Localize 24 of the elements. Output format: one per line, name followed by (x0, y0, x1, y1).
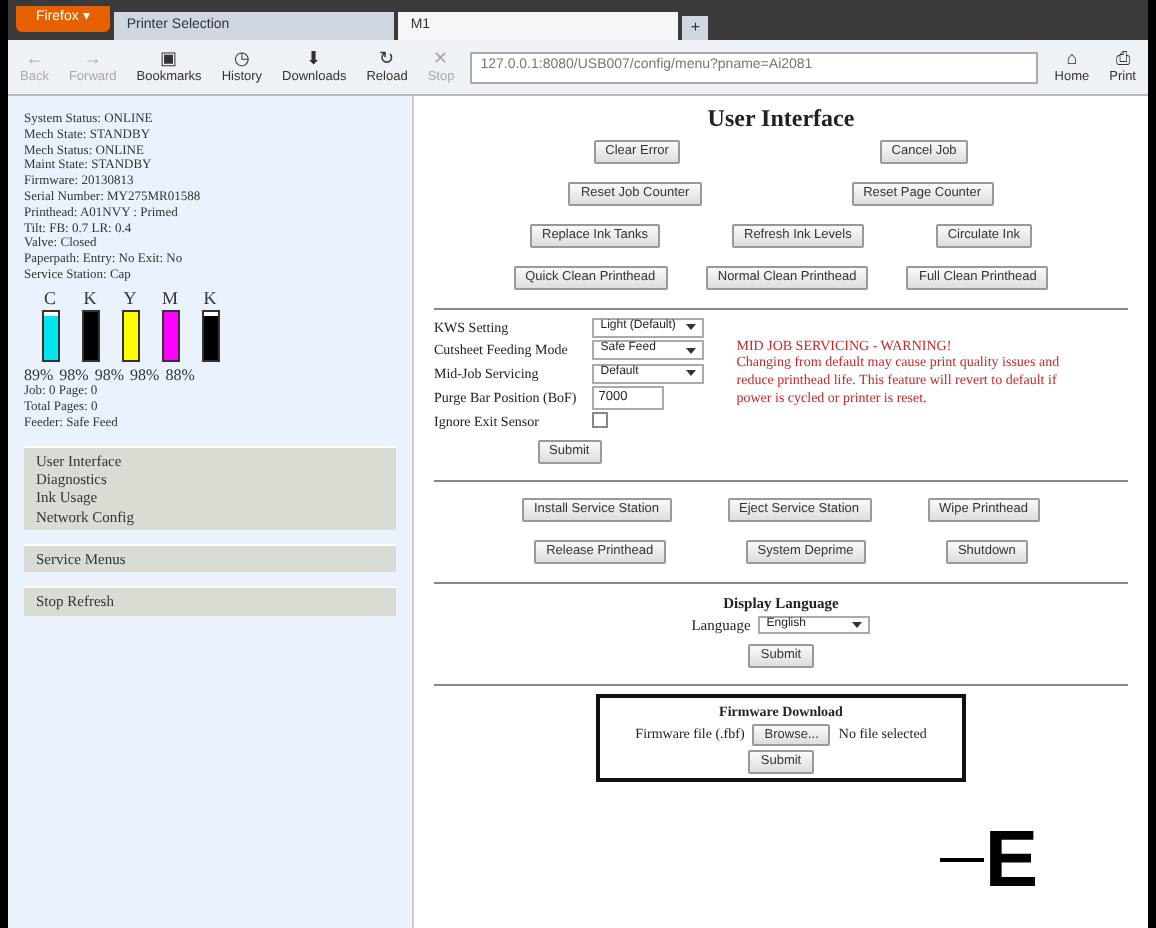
ink-letter: Y (123, 287, 137, 310)
checkbox[interactable] (592, 411, 609, 428)
caret-icon (686, 370, 697, 377)
ink-letter: M (161, 287, 178, 310)
ink-gauge (81, 309, 99, 362)
ink-gauge (161, 309, 179, 362)
ink-gauge (201, 309, 219, 362)
callout-letter: E (984, 820, 1038, 900)
ink-letter: C (43, 287, 56, 310)
ink-letter: K (83, 287, 97, 310)
ink-percent: 89% (24, 365, 54, 385)
caret-icon (686, 324, 697, 331)
page-title: User Interface (705, 104, 857, 133)
new-tab-button[interactable]: + (682, 16, 709, 40)
caret-icon (686, 347, 697, 354)
ink-gauge (121, 309, 139, 362)
ink-percent: 98% (130, 365, 160, 385)
leader-line (940, 858, 985, 862)
ink-percent: 98% (59, 365, 89, 385)
ink-letter: K (203, 287, 217, 310)
ink-percent: 98% (94, 365, 125, 385)
ink-gauge (41, 309, 59, 362)
ink-percent: 88% (165, 365, 195, 385)
caret-icon (852, 622, 863, 629)
